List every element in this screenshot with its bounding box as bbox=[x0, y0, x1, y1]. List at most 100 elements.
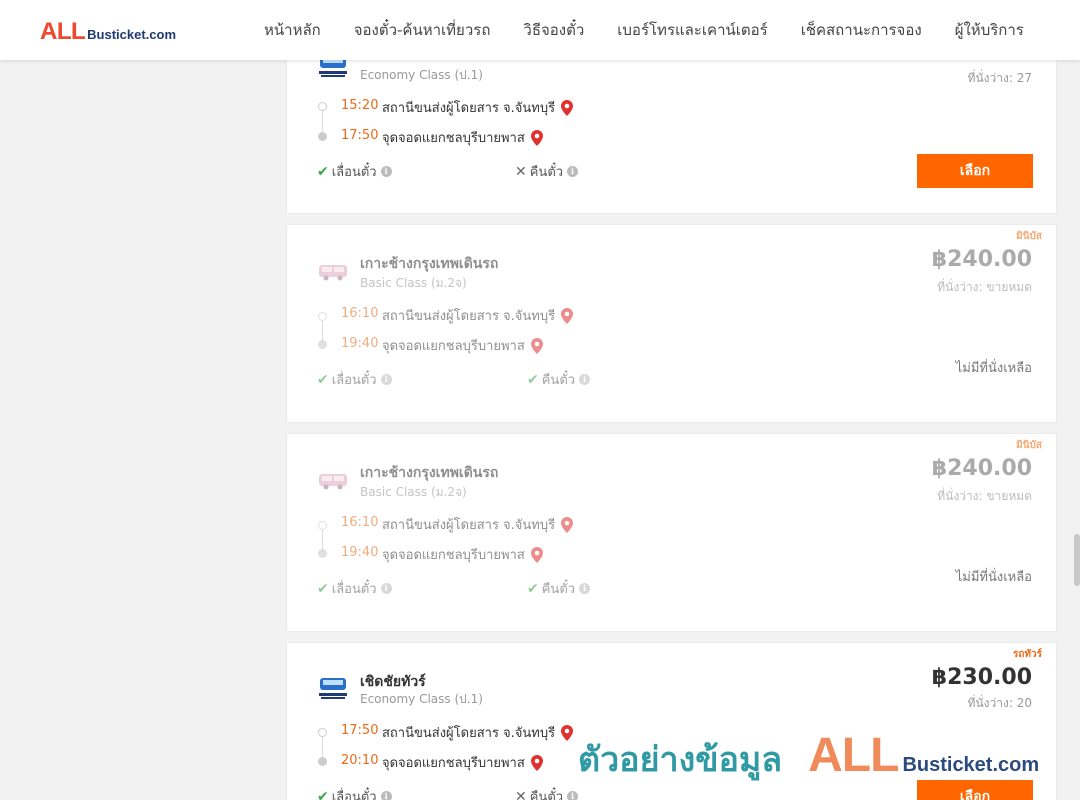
operator-logo-icon bbox=[319, 265, 347, 281]
bus-class: Economy Class (ป.1) bbox=[360, 68, 483, 82]
info-icon[interactable]: i bbox=[380, 166, 392, 177]
arrive-time: 20:10 bbox=[341, 753, 379, 768]
operator-logo-icon bbox=[319, 678, 347, 699]
arrive-dot bbox=[318, 132, 327, 141]
feature-label: คืนตั๋ว bbox=[529, 165, 564, 180]
nav-home[interactable]: หน้าหลัก bbox=[264, 18, 321, 42]
info-icon[interactable]: i bbox=[380, 583, 392, 594]
select-trip-button[interactable]: เลือก bbox=[917, 154, 1033, 188]
arrive-dot bbox=[318, 757, 327, 766]
map-pin-icon[interactable] bbox=[561, 307, 574, 324]
feature-label: เลื่อนตั๋ว bbox=[331, 582, 377, 597]
arrive-time: 19:40 bbox=[341, 336, 379, 351]
nav-operators[interactable]: ผู้ให้บริการ bbox=[955, 18, 1024, 42]
arrive-stop[interactable]: จุดจอดแยกชลบุรีบายพาส bbox=[382, 752, 543, 773]
sold-out-status: ไม่มีที่นั่งเหลือ bbox=[955, 570, 1032, 585]
info-icon[interactable]: i bbox=[380, 791, 392, 800]
cross-icon: ✕ bbox=[515, 163, 527, 180]
select-trip-button[interactable]: เลือก bbox=[917, 780, 1033, 800]
cross-icon: ✕ bbox=[515, 788, 527, 800]
trip-price: ฿230.00 bbox=[931, 665, 1032, 690]
sold-out-status: ไม่มีที่นั่งเหลือ bbox=[955, 361, 1032, 376]
arrive-stop[interactable]: จุดจอดแยกชลบุรีบายพาส bbox=[382, 335, 543, 356]
depart-time: 16:10 bbox=[341, 306, 379, 321]
map-pin-icon[interactable] bbox=[561, 516, 574, 533]
trip-card: รถทัวร์ เชิดชัยทัวร์ Economy Class (ป.1)… bbox=[286, 642, 1057, 800]
depart-time: 17:50 bbox=[341, 723, 379, 738]
trip-price: ฿240.00 bbox=[931, 247, 1032, 272]
feature-label: เลื่อนตั๋ว bbox=[331, 790, 377, 800]
trip-price: ฿240.00 bbox=[931, 456, 1032, 481]
check-icon: ✔ bbox=[317, 788, 329, 800]
depart-stop[interactable]: สถานีขนส่งผู้โดยสาร จ.จันทบุรี bbox=[382, 514, 574, 535]
info-icon[interactable]: i bbox=[579, 583, 591, 594]
info-icon[interactable]: i bbox=[579, 374, 591, 385]
depart-time: 16:10 bbox=[341, 515, 379, 530]
seats-available: ที่นั่งว่าง: ขายหมด bbox=[937, 280, 1032, 294]
map-pin-icon[interactable] bbox=[530, 754, 543, 771]
arrive-time: 17:50 bbox=[341, 128, 379, 143]
feature-change-ticket: ✔ เลื่อนตั๋ว i bbox=[317, 161, 392, 182]
depart-dot bbox=[318, 312, 327, 321]
nav-how-to-book[interactable]: วิธีจองตั๋ว bbox=[523, 18, 584, 42]
arrive-stop-label: จุดจอดแยกชลบุรีบายพาส bbox=[382, 339, 525, 354]
map-pin-icon[interactable] bbox=[530, 546, 543, 563]
arrive-stop[interactable]: จุดจอดแยกชลบุรีบายพาส bbox=[382, 544, 543, 565]
nav-check-booking[interactable]: เช็คสถานะการจอง bbox=[801, 18, 922, 42]
info-icon[interactable]: i bbox=[567, 166, 579, 177]
feature-change-ticket: ✔ เลื่อนตั๋ว i bbox=[317, 786, 392, 800]
depart-stop[interactable]: สถานีขนส่งผู้โดยสาร จ.จันทบุรี bbox=[382, 97, 574, 118]
nav-book-search[interactable]: จองตั๋ว-ค้นหาเที่ยวรถ bbox=[354, 18, 491, 42]
check-icon: ✔ bbox=[527, 580, 539, 597]
map-pin-icon[interactable] bbox=[530, 129, 543, 146]
check-icon: ✔ bbox=[317, 371, 329, 388]
depart-stop[interactable]: สถานีขนส่งผู้โดยสาร จ.จันทบุรี bbox=[382, 722, 574, 743]
seats-available: ที่นั่งว่าง: ขายหมด bbox=[937, 489, 1032, 503]
nav-contact-counters[interactable]: เบอร์โทรและเคาน์เตอร์ bbox=[617, 18, 767, 42]
arrive-stop-label: จุดจอดแยกชลบุรีบายพาส bbox=[382, 548, 525, 563]
check-icon: ✔ bbox=[527, 371, 539, 388]
feature-change-ticket: ✔ เลื่อนตั๋ว i bbox=[317, 369, 392, 390]
seats-available: ที่นั่งว่าง: 27 bbox=[967, 71, 1032, 85]
depart-stop-label: สถานีขนส่งผู้โดยสาร จ.จันทบุรี bbox=[382, 309, 556, 324]
arrive-stop-label: จุดจอดแยกชลบุรีบายพาส bbox=[382, 131, 525, 146]
page-scrollbar-thumb[interactable] bbox=[1074, 534, 1080, 586]
map-pin-icon[interactable] bbox=[561, 99, 574, 116]
depart-stop[interactable]: สถานีขนส่งผู้โดยสาร จ.จันทบุรี bbox=[382, 305, 574, 326]
feature-label: เลื่อนตั๋ว bbox=[331, 373, 377, 388]
vehicle-type-tag: มินิบัส bbox=[1016, 231, 1042, 242]
vehicle-type-tag: มินิบัส bbox=[1016, 440, 1042, 451]
feature-label: คืนตั๋ว bbox=[541, 373, 576, 388]
seats-available: ที่นั่งว่าง: 20 bbox=[967, 696, 1032, 710]
site-header: ALL Busticket.com หน้าหลัก จองตั๋ว-ค้นหา… bbox=[0, 0, 1080, 60]
operator-name: เกาะช้างกรุงเทพเดินรถ bbox=[360, 256, 499, 272]
map-pin-icon[interactable] bbox=[561, 724, 574, 741]
operator-logo-icon bbox=[319, 474, 347, 490]
bus-class: Economy Class (ป.1) bbox=[360, 692, 483, 706]
depart-dot bbox=[318, 521, 327, 530]
bus-class: Basic Class (ม.2จ) bbox=[360, 485, 467, 499]
arrive-dot bbox=[318, 340, 327, 349]
depart-dot bbox=[318, 102, 327, 111]
depart-stop-label: สถานีขนส่งผู้โดยสาร จ.จันทบุรี bbox=[382, 518, 556, 533]
main-nav: หน้าหลัก จองตั๋ว-ค้นหาเที่ยวรถ วิธีจองตั… bbox=[264, 0, 1057, 60]
feature-change-ticket: ✔ เลื่อนตั๋ว i bbox=[317, 578, 392, 599]
operator-name: เกาะช้างกรุงเทพเดินรถ bbox=[360, 465, 499, 481]
check-icon: ✔ bbox=[317, 163, 329, 180]
depart-stop-label: สถานีขนส่งผู้โดยสาร จ.จันทบุรี bbox=[382, 101, 556, 116]
feature-label: คืนตั๋ว bbox=[529, 790, 564, 800]
feature-refund-ticket: ✔ คืนตั๋ว i bbox=[527, 369, 591, 390]
depart-dot bbox=[318, 728, 327, 737]
map-pin-icon[interactable] bbox=[530, 337, 543, 354]
info-icon[interactable]: i bbox=[380, 374, 392, 385]
feature-refund-ticket: ✔ คืนตั๋ว i bbox=[527, 578, 591, 599]
site-logo[interactable]: ALL Busticket.com bbox=[40, 18, 176, 46]
arrive-stop[interactable]: จุดจอดแยกชลบุรีบายพาส bbox=[382, 127, 543, 148]
info-icon[interactable]: i bbox=[567, 791, 579, 800]
vehicle-type-tag: รถทัวร์ bbox=[1012, 649, 1042, 660]
bus-class: Basic Class (ม.2จ) bbox=[360, 276, 467, 290]
trip-card: มินิบัส เกาะช้างกรุงเทพเดินรถ Basic Clas… bbox=[286, 433, 1057, 632]
trip-card: มินิบัส เกาะช้างกรุงเทพเดินรถ Basic Clas… bbox=[286, 224, 1057, 423]
feature-label: คืนตั๋ว bbox=[541, 582, 576, 597]
feature-refund-ticket: ✕ คืนตั๋ว i bbox=[515, 161, 579, 182]
